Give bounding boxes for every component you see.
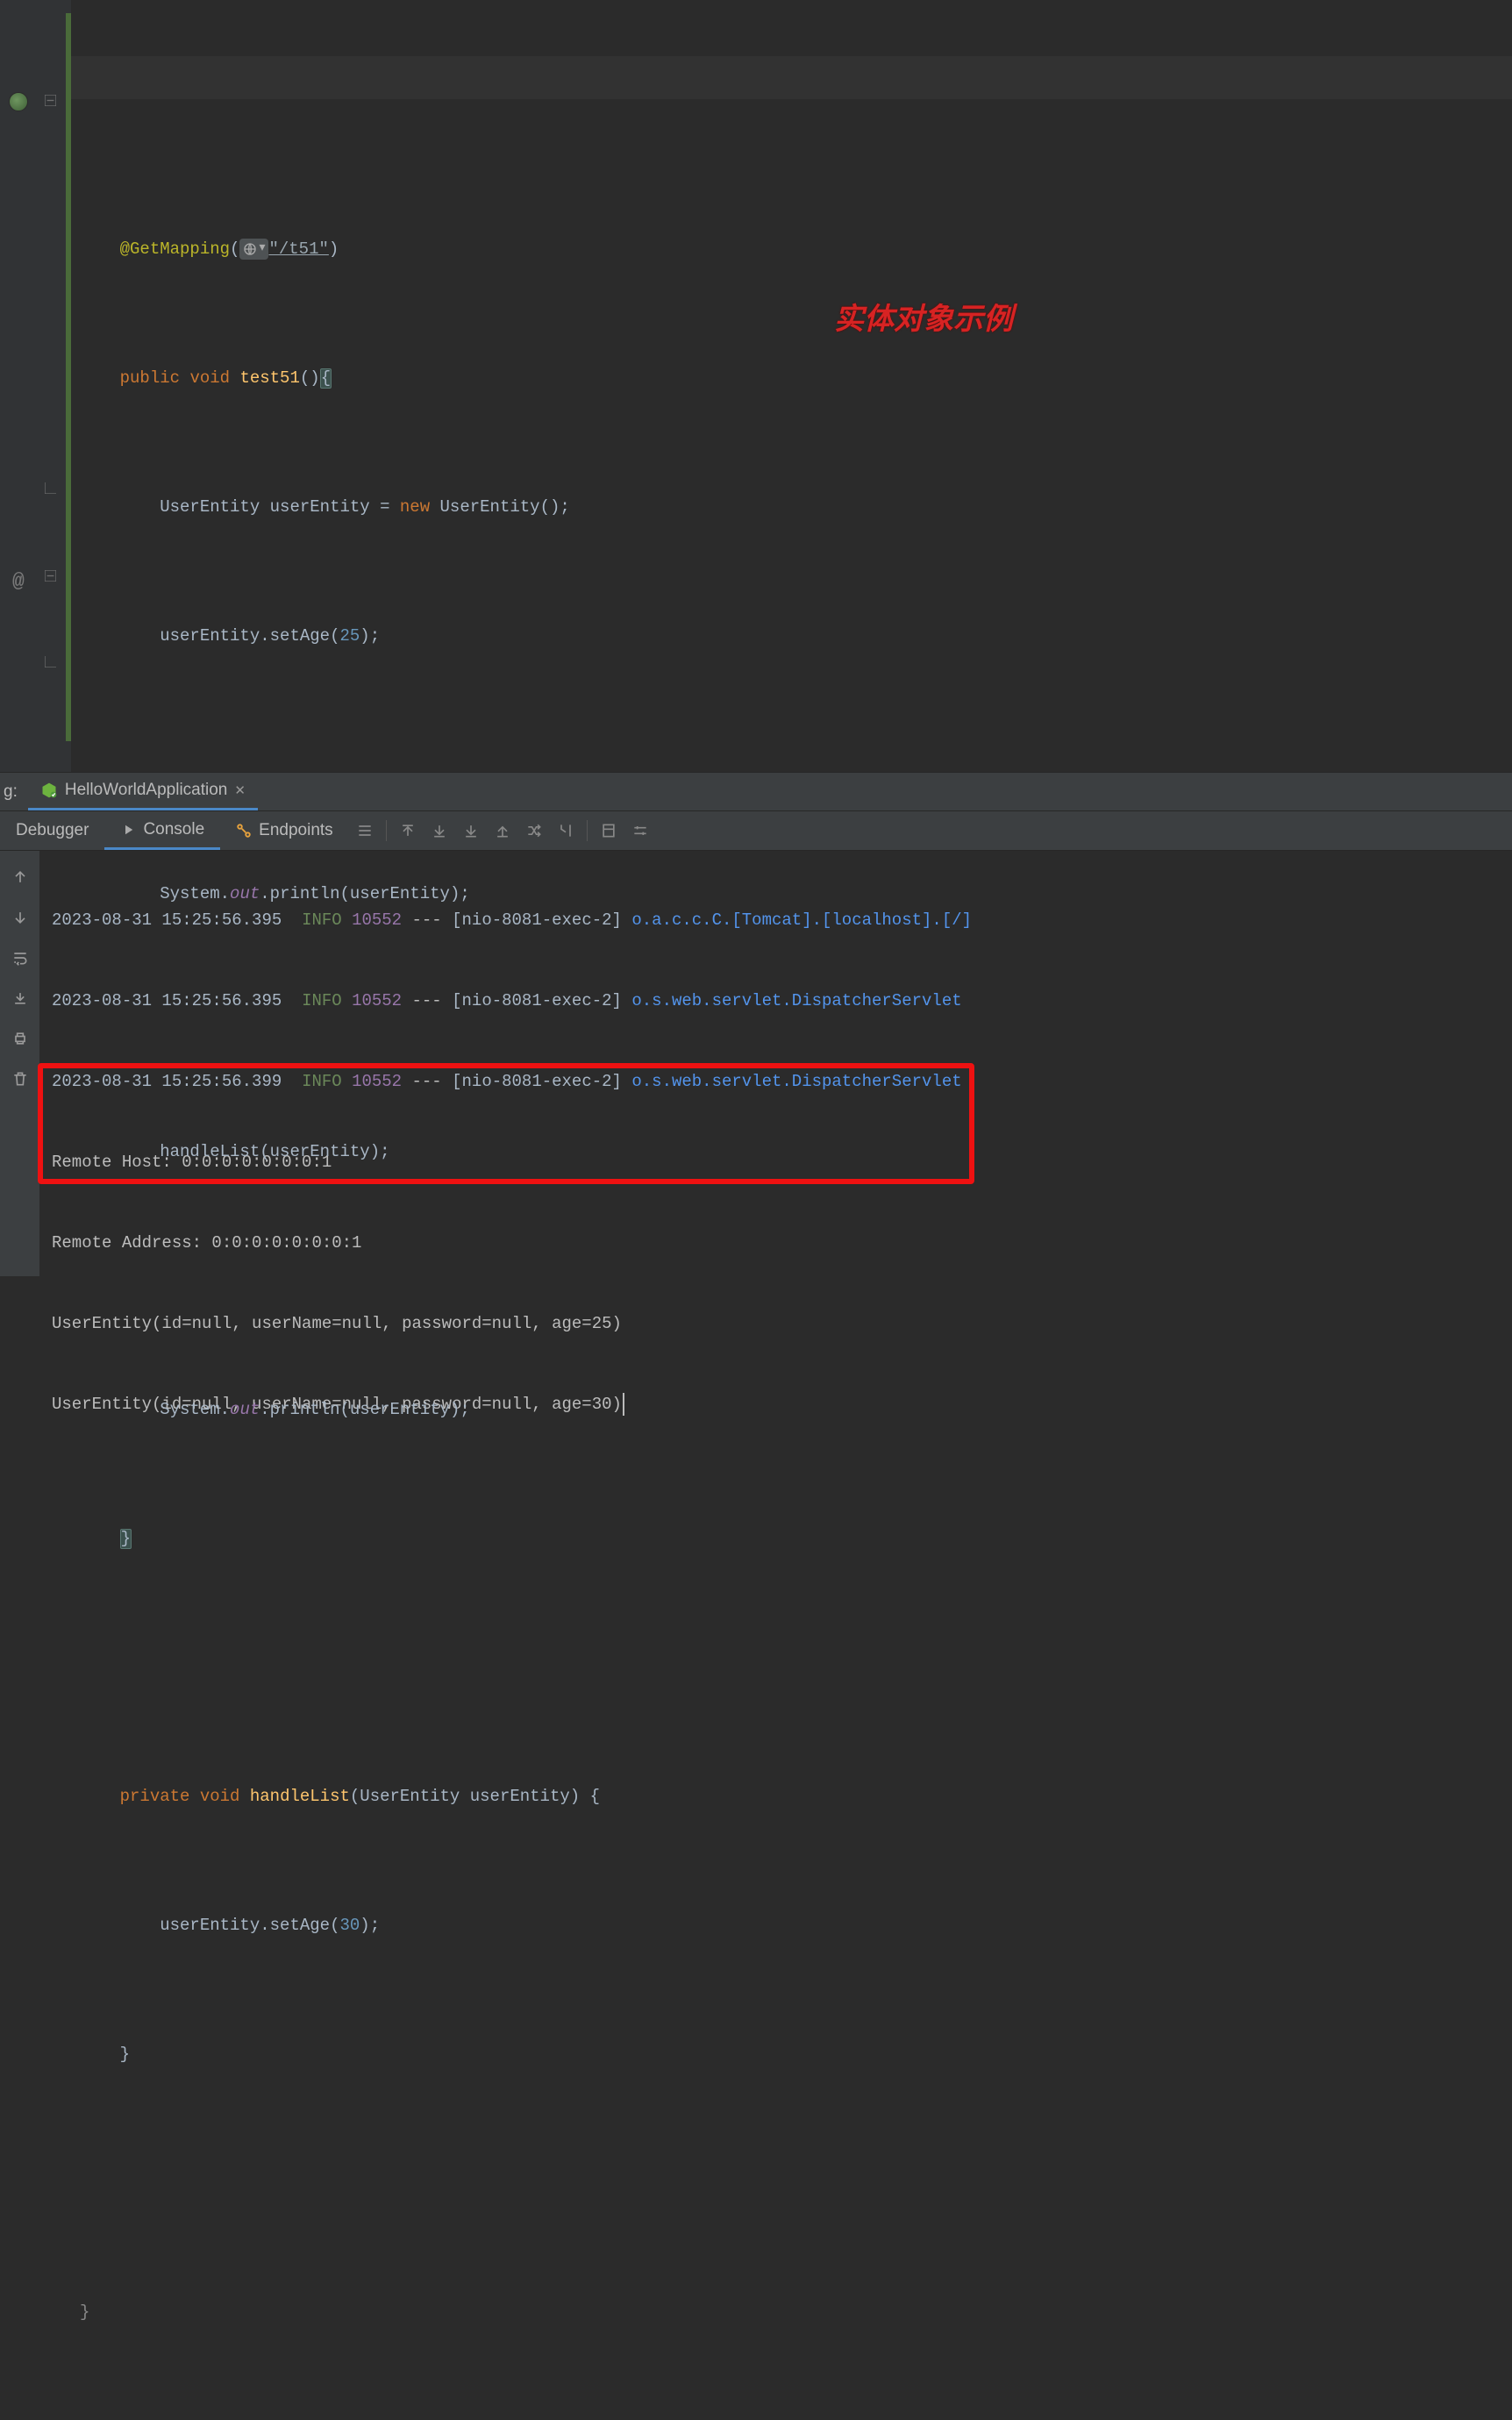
- spring-leaf-icon[interactable]: [9, 92, 28, 111]
- run-tab-active[interactable]: HelloWorldApplication ✕: [28, 773, 258, 810]
- url-globe-icon[interactable]: ▾: [239, 239, 268, 260]
- log-line: 2023-08-31 15:25:56.395 INFO 10552 --- […: [52, 981, 1500, 1021]
- method-handlelist: handleList: [250, 1787, 350, 1806]
- console-toolbar: [0, 851, 39, 1276]
- mapping-path[interactable]: "/t51": [268, 239, 328, 259]
- soft-wrap-icon[interactable]: [8, 946, 32, 970]
- log-line: 2023-08-31 15:25:56.399 INFO 10552 --- […: [52, 1061, 1500, 1102]
- code-content[interactable]: 实体对象示例 @GetMapping(▾"/t51") public void …: [71, 0, 1512, 772]
- console-output[interactable]: 2023-08-31 15:25:56.395 INFO 10552 --- […: [39, 851, 1512, 1276]
- print-icon[interactable]: [8, 1026, 32, 1051]
- annotation-gutter-icon[interactable]: @: [12, 570, 25, 593]
- fold-minus-icon[interactable]: [45, 95, 56, 106]
- close-icon[interactable]: ✕: [234, 782, 246, 798]
- log-line: UserEntity(id=null, userName=null, passw…: [52, 1303, 1500, 1344]
- log-line: Remote Address: 0:0:0:0:0:0:0:1: [52, 1223, 1500, 1263]
- fold-end-icon: [45, 482, 56, 494]
- trash-icon[interactable]: [8, 1067, 32, 1091]
- spring-boot-icon: [40, 782, 58, 799]
- code-editor[interactable]: @ 实体对象示例 @GetMapping(▾"/t51") public voi…: [0, 0, 1512, 772]
- annotation-label: 实体对象示例: [834, 298, 1013, 341]
- gutter-icons: @: [0, 0, 39, 772]
- fold-minus-icon[interactable]: [45, 570, 56, 582]
- annotation-getmapping: @GetMapping: [120, 239, 230, 259]
- scroll-down-icon[interactable]: [8, 905, 32, 930]
- fold-gutter: [39, 0, 66, 772]
- log-line: 2023-08-31 15:25:56.395 INFO 10552 --- […: [52, 900, 1500, 940]
- text-caret: [623, 1393, 624, 1416]
- method-test51: test51: [239, 368, 299, 388]
- console-panel: 2023-08-31 15:25:56.395 INFO 10552 --- […: [0, 851, 1512, 1276]
- fold-end-icon: [45, 656, 56, 667]
- run-prefix: g:: [0, 782, 28, 802]
- run-tab-label: HelloWorldApplication: [65, 781, 228, 800]
- scroll-up-icon[interactable]: [8, 865, 32, 889]
- scroll-to-end-icon[interactable]: [8, 986, 32, 1010]
